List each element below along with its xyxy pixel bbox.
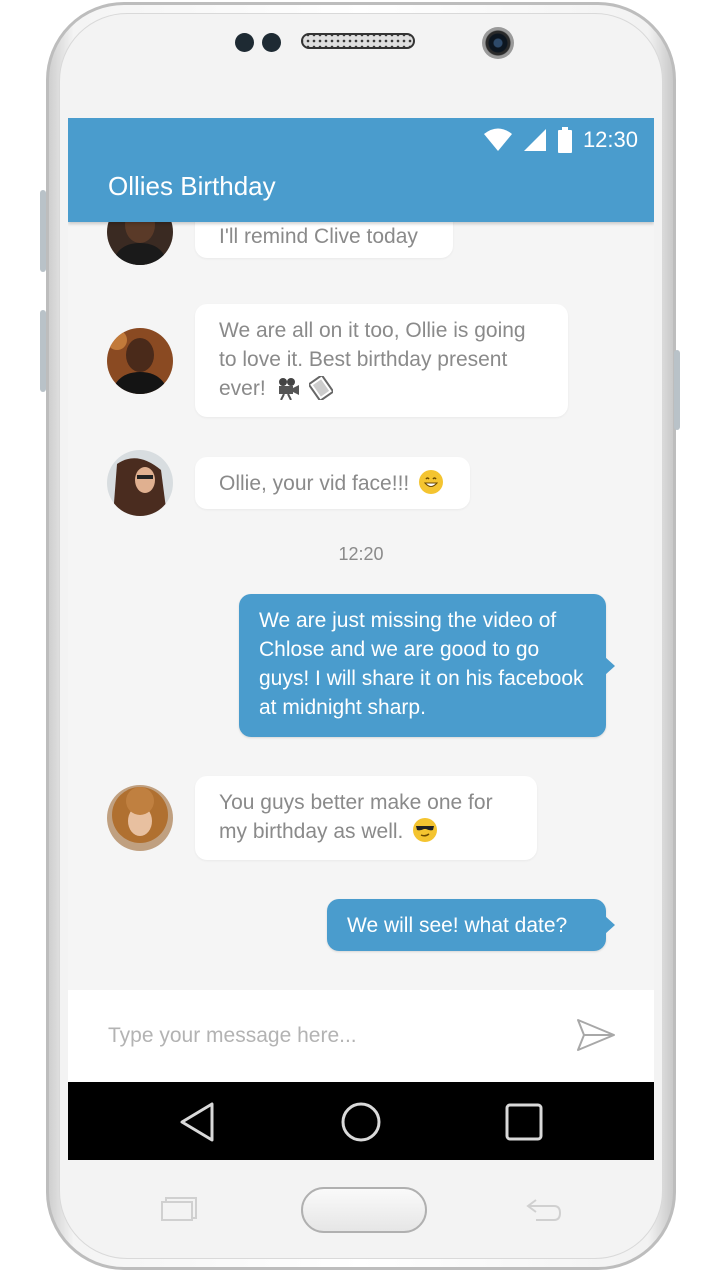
message-timestamp: 12:20 xyxy=(338,544,384,564)
message-text: We are just missing the video of Chlose … xyxy=(259,609,584,719)
status-bar: 12:30 xyxy=(483,126,638,154)
film-strip-icon xyxy=(307,373,336,403)
back-button[interactable] xyxy=(176,1100,220,1144)
wifi-icon xyxy=(483,128,512,151)
cellular-signal-icon xyxy=(523,129,546,151)
avatar[interactable] xyxy=(107,328,173,394)
message-text: Ollie, your vid face!!! xyxy=(219,472,410,495)
system-nav-bar xyxy=(68,1082,654,1160)
message-bubble-incoming: We are all on it too, Ollie is going to … xyxy=(195,304,568,417)
recents-button[interactable] xyxy=(502,1100,546,1144)
earpiece-speaker xyxy=(301,33,415,49)
send-button[interactable] xyxy=(576,1018,616,1052)
app-bar: 12:30 Ollies Birthday xyxy=(68,118,654,222)
message-bubble-outgoing: We will see! what date? xyxy=(327,899,615,951)
message-text: I'll remind Clive today xyxy=(219,225,418,248)
page-title: Ollies Birthday xyxy=(108,171,276,201)
send-icon xyxy=(577,1019,615,1051)
hardware-back-key xyxy=(524,1196,564,1229)
hardware-home-button xyxy=(301,1187,427,1233)
message-bubble-incoming: I'll remind Clive today xyxy=(195,222,453,258)
message-list[interactable]: I'll remind Clive today We are all on it… xyxy=(68,222,654,990)
grinning-face-icon xyxy=(419,470,444,494)
front-camera xyxy=(482,27,514,59)
home-circle-icon xyxy=(341,1102,381,1142)
message-text: You guys better make one for my birthday… xyxy=(219,791,493,843)
sunglasses-face-icon xyxy=(413,818,438,842)
message-text: We will see! what date? xyxy=(347,914,568,937)
message-bubble-incoming: Ollie, your vid face!!! xyxy=(195,457,470,509)
proximity-sensor xyxy=(235,33,254,52)
home-button[interactable] xyxy=(339,1100,383,1144)
volume-up-button xyxy=(40,190,46,272)
back-arrow-icon xyxy=(526,1199,562,1221)
light-sensor xyxy=(262,33,281,52)
message-bubble-incoming: You guys better make one for my birthday… xyxy=(195,776,537,860)
status-time: 12:30 xyxy=(582,127,638,152)
screen: 12:30 Ollies Birthday I'll remind Clive … xyxy=(68,118,654,1160)
message-composer xyxy=(68,990,654,1082)
hardware-recents-key xyxy=(160,1196,198,1227)
avatar[interactable] xyxy=(107,450,173,516)
recent-apps-icon xyxy=(161,1197,197,1221)
message-bubble-outgoing: We are just missing the video of Chlose … xyxy=(239,594,615,737)
battery-icon xyxy=(557,127,572,153)
avatar[interactable] xyxy=(107,222,173,265)
recents-square-icon xyxy=(505,1103,543,1141)
power-button xyxy=(674,350,680,430)
back-triangle-icon xyxy=(180,1102,214,1142)
volume-down-button xyxy=(40,310,46,392)
message-text: We are all on it too, Ollie is going to … xyxy=(219,319,526,400)
message-input[interactable] xyxy=(108,1018,548,1054)
avatar[interactable] xyxy=(107,785,173,851)
movie-camera-icon xyxy=(278,378,299,401)
